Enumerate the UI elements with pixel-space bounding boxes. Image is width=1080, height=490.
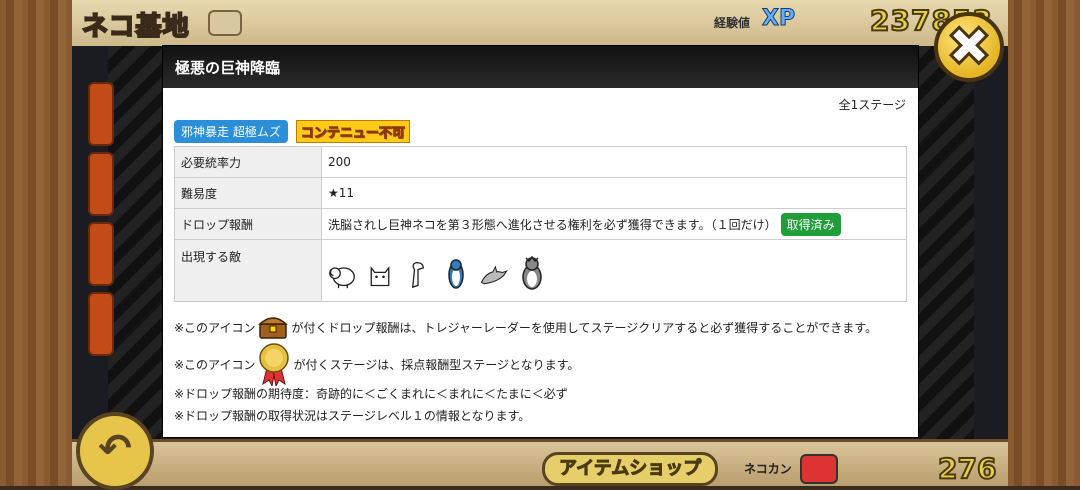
stage-info-dialog: 極悪の巨神降臨 全1ステージ 邪神暴走 超極ムズ コンテニュー不可 必要統率力 …	[163, 46, 918, 437]
side-tab-button[interactable]	[88, 82, 114, 146]
penguin-enemy-icon[interactable]	[442, 255, 470, 291]
gold-medal-icon	[258, 342, 290, 388]
enemy-list	[328, 251, 900, 291]
xp-badge: XP	[761, 6, 796, 32]
note-drop-status: ※ドロップ報酬の取得状況はステージレベル１の情報となります。	[174, 409, 531, 423]
note-text: ※このアイコン	[174, 358, 256, 372]
close-icon: ✖	[945, 15, 993, 78]
treasure-chest-icon	[258, 314, 289, 342]
reward-label: ドロップ報酬	[174, 208, 322, 240]
note-text: が付くステージは、採点報酬型ステージとなります。	[293, 358, 580, 372]
table-row: 難易度 ★11	[174, 177, 907, 209]
side-tab-button[interactable]	[88, 152, 114, 216]
note-score-reward: ※このアイコン が付くステージは、採点報酬型ステージとなります。	[174, 342, 894, 388]
enemies-cell	[321, 239, 907, 302]
stage-count: 全1ステージ	[838, 98, 906, 112]
wood-frame-left	[0, 0, 75, 486]
tag-row: 邪神暴走 超極ムズ コンテニュー不可	[174, 120, 410, 143]
catfood-label: ネコカン	[744, 462, 792, 476]
enemies-label: 出現する敵	[174, 239, 322, 302]
note-text: ※このアイコン	[174, 321, 256, 335]
dialog-title: 極悪の巨神降臨	[175, 58, 281, 77]
note-drop-expectation: ※ドロップ報酬の期待度：奇跡的に＜ごくまれに＜まれに＜たまに＜必ず	[174, 387, 568, 401]
sheep-enemy-icon[interactable]	[328, 255, 356, 291]
wood-frame-right	[1005, 0, 1080, 486]
note-text: が付くドロップ報酬は、トレジャーレーダーを使用してステージクリアすると必ず獲得す…	[291, 321, 878, 335]
reward-value: 洗脳されし巨神ネコを第３形態へ進化させる権利を必ず獲得できます。（１回だけ）	[328, 217, 777, 232]
table-row: 出現する敵	[174, 239, 907, 302]
no-continue-badge: コンテニュー不可	[295, 120, 410, 143]
energy-value: 200	[321, 146, 907, 178]
reward-status-badge: 取得済み	[780, 212, 841, 236]
base-title: ネコ基地	[81, 11, 190, 43]
bird-enemy-icon[interactable]	[404, 255, 432, 291]
side-tab-button[interactable]	[88, 222, 114, 286]
item-shop-button[interactable]: アイテムショップ	[542, 452, 719, 486]
dialog-header: 極悪の巨神降臨	[163, 46, 918, 88]
catfood-value: 276	[937, 451, 997, 486]
back-arrow-icon[interactable]: ↶	[76, 412, 154, 490]
cat-enemy-icon[interactable]	[366, 255, 394, 291]
catfood-icon	[800, 454, 838, 484]
hazard-stripe-right	[918, 46, 974, 442]
bottom-bar	[72, 439, 1008, 486]
hazard-stripe-left	[108, 46, 164, 442]
dolphin-enemy-icon[interactable]	[480, 255, 508, 291]
table-row: ドロップ報酬 洗脳されし巨神ネコを第３形態へ進化させる権利を必ず獲得できます。（…	[174, 208, 907, 240]
note-treasure-radar: ※このアイコン が付くドロップ報酬は、トレジャーレーダーを使用してステージクリア…	[174, 314, 894, 342]
stage-info-table: 必要統率力 200 難易度 ★11 ドロップ報酬 洗脳されし巨神ネコを第３形態へ…	[174, 146, 907, 302]
emperor-penguin-enemy-icon[interactable]	[518, 255, 546, 291]
close-button[interactable]: ✖	[934, 12, 1004, 82]
xp-label: 経験値	[714, 16, 751, 30]
reward-cell: 洗脳されし巨神ネコを第３形態へ進化させる権利を必ず獲得できます。（１回だけ） 取得…	[321, 208, 907, 240]
difficulty-tag: 邪神暴走 超極ムズ	[174, 120, 288, 143]
side-tab-button[interactable]	[88, 292, 114, 356]
difficulty-value: ★11	[321, 177, 907, 209]
difficulty-label: 難易度	[174, 177, 322, 209]
toggle-icon[interactable]	[208, 10, 242, 36]
energy-label: 必要統率力	[174, 146, 322, 178]
table-row: 必要統率力 200	[174, 146, 907, 178]
